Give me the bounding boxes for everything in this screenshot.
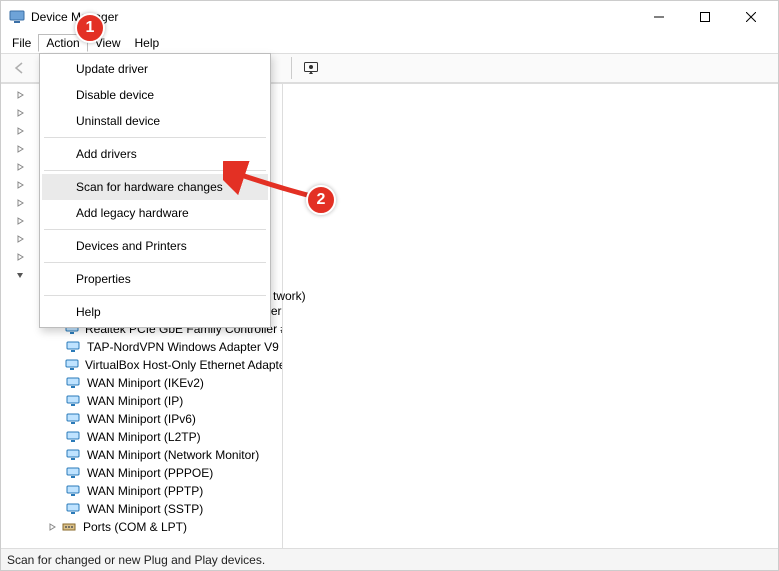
network-adapter-icon: [65, 484, 81, 498]
tree-device-item[interactable]: WAN Miniport (IP): [1, 392, 282, 410]
menu-separator: [44, 229, 266, 230]
menu-separator: [44, 137, 266, 138]
network-adapter-icon: [65, 358, 79, 372]
network-adapter-icon: [65, 376, 81, 390]
status-text: Scan for changed or new Plug and Play de…: [7, 553, 265, 567]
window-controls: [636, 2, 774, 32]
expand-icon[interactable]: [13, 160, 27, 174]
tree-category-label-partial: twork): [273, 289, 306, 303]
tree-device-item[interactable]: WAN Miniport (PPTP): [1, 482, 282, 500]
menu-item-add-legacy-hardware[interactable]: Add legacy hardware: [42, 200, 268, 226]
tree-device-item[interactable]: WAN Miniport (L2TP): [1, 428, 282, 446]
tree-device-label: WAN Miniport (Network Monitor): [85, 448, 261, 462]
expand-icon[interactable]: [13, 196, 27, 210]
scan-hardware-icon[interactable]: [299, 56, 323, 80]
menu-item-disable-device[interactable]: Disable device: [42, 82, 268, 108]
expand-icon[interactable]: [13, 214, 27, 228]
tree-device-label: TAP-NordVPN Windows Adapter V9: [85, 340, 281, 354]
menu-item-scan-for-hardware-changes[interactable]: Scan for hardware changes: [42, 174, 268, 200]
tree-device-item[interactable]: TAP-NordVPN Windows Adapter V9: [1, 338, 282, 356]
menu-item-devices-and-printers[interactable]: Devices and Printers: [42, 233, 268, 259]
minimize-button[interactable]: [636, 2, 682, 32]
collapse-icon[interactable]: [13, 268, 27, 282]
tree-device-label: WAN Miniport (IPv6): [85, 412, 198, 426]
network-adapter-icon: [65, 412, 81, 426]
expand-icon[interactable]: [13, 88, 27, 102]
menu-item-update-driver[interactable]: Update driver: [42, 56, 268, 82]
menu-item-properties[interactable]: Properties: [42, 266, 268, 292]
tree-device-label: VirtualBox Host-Only Ethernet Adapter: [83, 358, 283, 372]
expand-icon[interactable]: [13, 232, 27, 246]
tree-device-item[interactable]: WAN Miniport (Network Monitor): [1, 446, 282, 464]
network-adapter-icon: [65, 448, 81, 462]
menu-separator: [44, 295, 266, 296]
detail-pane: [283, 84, 778, 548]
menu-item-help[interactable]: Help: [42, 299, 268, 325]
annotation-badge-1: 1: [75, 13, 105, 43]
back-button[interactable]: [7, 56, 31, 80]
tree-device-item[interactable]: WAN Miniport (PPPOE): [1, 464, 282, 482]
tree-device-label: WAN Miniport (SSTP): [85, 502, 205, 516]
expand-icon[interactable]: [13, 250, 27, 264]
network-adapter-icon: [65, 340, 81, 354]
network-adapter-icon: [65, 466, 81, 480]
tree-device-label: WAN Miniport (PPTP): [85, 484, 205, 498]
expand-icon[interactable]: [13, 142, 27, 156]
network-adapter-icon: [65, 502, 81, 516]
tree-device-label: WAN Miniport (PPPOE): [85, 466, 215, 480]
maximize-button[interactable]: [682, 2, 728, 32]
expand-icon[interactable]: [13, 124, 27, 138]
menu-help[interactable]: Help: [128, 34, 167, 52]
toolbar-separator: [291, 57, 292, 79]
tree-device-item[interactable]: WAN Miniport (SSTP): [1, 500, 282, 518]
close-button[interactable]: [728, 2, 774, 32]
ports-icon: [61, 520, 77, 534]
tree-device-item[interactable]: VirtualBox Host-Only Ethernet Adapter: [1, 356, 282, 374]
tree-device-label: WAN Miniport (IKEv2): [85, 376, 206, 390]
tree-device-label: WAN Miniport (IP): [85, 394, 185, 408]
menu-file[interactable]: File: [5, 34, 38, 52]
status-bar: Scan for changed or new Plug and Play de…: [1, 548, 778, 570]
tree-device-label: WAN Miniport (L2TP): [85, 430, 203, 444]
tree-category-label: Ports (COM & LPT): [81, 520, 189, 534]
tree-device-item[interactable]: WAN Miniport (IKEv2): [1, 374, 282, 392]
expand-icon[interactable]: [13, 178, 27, 192]
tree-device-item[interactable]: WAN Miniport (IPv6): [1, 410, 282, 428]
network-adapter-icon: [65, 394, 81, 408]
title-bar: Device Manager: [1, 1, 778, 33]
expand-icon[interactable]: [45, 520, 59, 534]
menu-bar: FileActionViewHelp: [1, 33, 778, 53]
menu-item-uninstall-device[interactable]: Uninstall device: [42, 108, 268, 134]
tree-category-ports[interactable]: Ports (COM & LPT): [1, 518, 282, 536]
window-title: Device Manager: [31, 10, 118, 24]
action-menu: Update driverDisable deviceUninstall dev…: [39, 53, 271, 328]
menu-separator: [44, 170, 266, 171]
menu-separator: [44, 262, 266, 263]
app-icon: [9, 9, 25, 25]
annotation-badge-2: 2: [306, 185, 336, 215]
menu-item-add-drivers[interactable]: Add drivers: [42, 141, 268, 167]
expand-icon[interactable]: [13, 106, 27, 120]
network-adapter-icon: [65, 430, 81, 444]
